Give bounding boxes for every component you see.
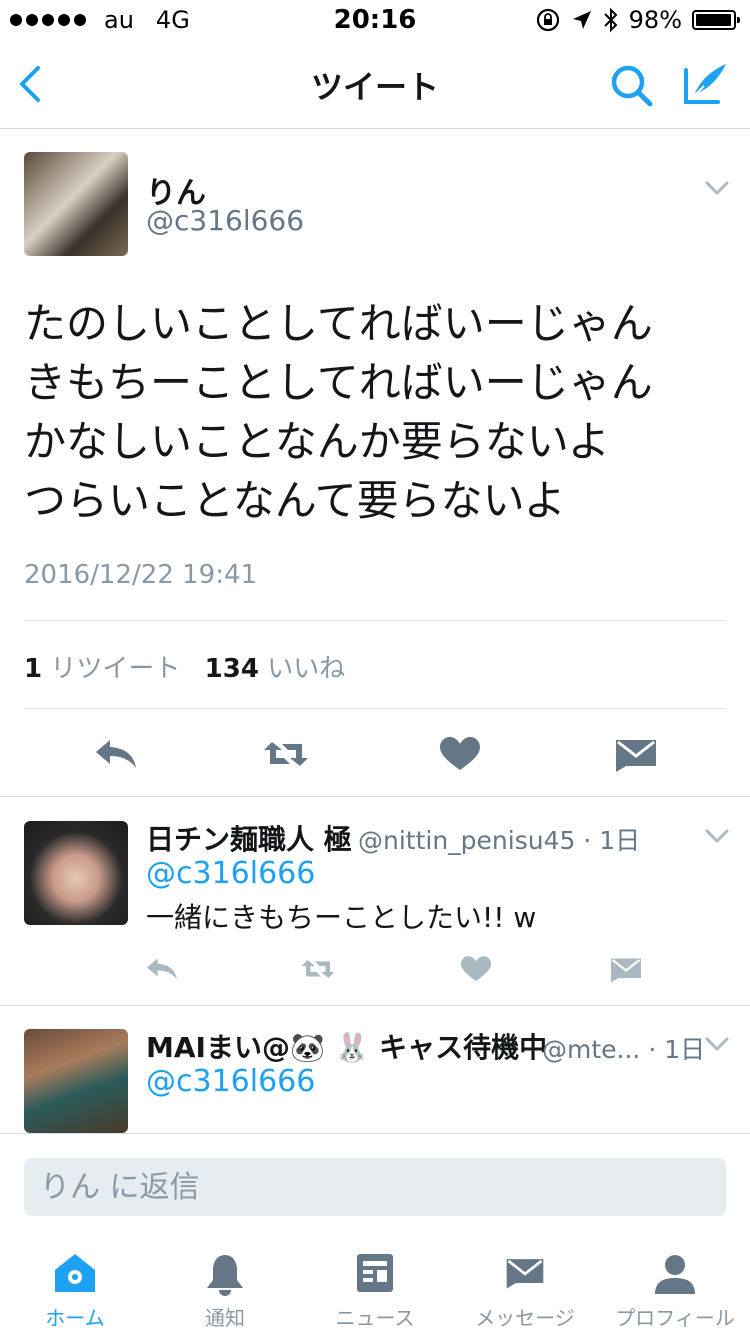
location-arrow-icon bbox=[572, 11, 591, 29]
like-count[interactable]: 134 bbox=[205, 654, 259, 684]
tweet-stats: 1 リツイート 134 いいね bbox=[24, 648, 345, 685]
profile-icon bbox=[655, 1255, 695, 1294]
tab-profile[interactable]: プロフィール bbox=[600, 1238, 750, 1334]
reply-composer bbox=[0, 1133, 750, 1238]
tab-label: ニュース bbox=[335, 1306, 415, 1330]
reply-author-name[interactable]: MAIまい@🐼 🐰 キャス待機中 bbox=[146, 1026, 547, 1066]
reply-age: · 1日 bbox=[648, 1035, 706, 1064]
reply-author-name[interactable]: 日チン麺職人 極 bbox=[146, 818, 352, 858]
tab-label: 通知 bbox=[205, 1306, 245, 1330]
tab-notifications[interactable]: 通知 bbox=[150, 1238, 300, 1334]
chevron-down-icon[interactable] bbox=[704, 180, 730, 196]
tab-home[interactable]: ホーム bbox=[0, 1238, 150, 1334]
reply-age: · 1日 bbox=[583, 826, 641, 855]
reply-author-handle[interactable]: @nittin_penisu45 · 1日 bbox=[358, 821, 640, 857]
search-icon[interactable] bbox=[608, 62, 656, 110]
news-icon bbox=[357, 1254, 393, 1292]
rotation-lock-icon bbox=[536, 8, 559, 32]
tab-bar: ホーム 通知 ニュース メッセージ プロフィール bbox=[0, 1238, 750, 1334]
divider bbox=[24, 620, 726, 621]
tab-news[interactable]: ニュース bbox=[300, 1238, 450, 1334]
reply-mention-link[interactable]: @c316l666 bbox=[146, 856, 315, 891]
status-bar: au 4G 20:16 98% bbox=[0, 0, 750, 40]
bell-icon bbox=[207, 1255, 243, 1296]
retweet-label[interactable]: リツイート bbox=[50, 654, 180, 684]
tweet-timestamp: 2016/12/22 19:41 bbox=[24, 560, 258, 590]
reply-avatar[interactable] bbox=[24, 1029, 128, 1133]
chevron-down-icon[interactable] bbox=[704, 828, 730, 844]
direct-message-icon[interactable] bbox=[612, 734, 660, 774]
reply-mention-link[interactable]: @c316l666 bbox=[146, 1064, 315, 1099]
nav-bar: ツイート bbox=[0, 40, 750, 129]
author-handle[interactable]: @c316l666 bbox=[146, 204, 304, 237]
retweet-icon[interactable] bbox=[300, 954, 336, 984]
tab-messages[interactable]: メッセージ bbox=[450, 1238, 600, 1334]
retweet-count[interactable]: 1 bbox=[24, 654, 42, 684]
chevron-down-icon[interactable] bbox=[704, 1036, 730, 1052]
compose-tweet-icon[interactable] bbox=[680, 58, 732, 110]
tab-label: ホーム bbox=[45, 1306, 105, 1330]
tab-label: プロフィール bbox=[615, 1306, 735, 1330]
retweet-icon[interactable] bbox=[262, 734, 310, 774]
tab-label: メッセージ bbox=[475, 1306, 575, 1330]
tweet-text: たのしいことしてればいーじゃん きもちーことしてればいーじゃん かなしいことなん… bbox=[24, 299, 653, 525]
author-avatar[interactable] bbox=[24, 152, 128, 256]
battery-icon bbox=[692, 10, 740, 30]
divider bbox=[24, 708, 726, 709]
status-right: 98% bbox=[535, 6, 740, 34]
reply-icon[interactable] bbox=[144, 954, 180, 984]
section-divider bbox=[0, 796, 750, 797]
direct-message-icon[interactable] bbox=[608, 954, 644, 984]
reply-handle-text[interactable]: @nittin_penisu45 bbox=[358, 826, 575, 855]
bluetooth-icon bbox=[603, 7, 618, 33]
reply-avatar[interactable] bbox=[24, 821, 128, 925]
reply-icon[interactable] bbox=[92, 734, 140, 774]
like-heart-icon[interactable] bbox=[436, 734, 484, 774]
like-heart-icon[interactable] bbox=[458, 954, 494, 984]
section-divider bbox=[0, 1005, 750, 1006]
reply-author-handle[interactable]: @mte... · 1日 bbox=[542, 1030, 705, 1066]
home-icon bbox=[55, 1254, 95, 1292]
reply-handle-text[interactable]: @mte... bbox=[542, 1035, 640, 1064]
like-label[interactable]: いいね bbox=[267, 654, 345, 684]
reply-input[interactable] bbox=[24, 1158, 726, 1216]
envelope-icon bbox=[506, 1259, 544, 1289]
battery-percent: 98% bbox=[628, 6, 682, 34]
reply-text: 一緒にきもちーことしたい!! w bbox=[146, 901, 537, 934]
